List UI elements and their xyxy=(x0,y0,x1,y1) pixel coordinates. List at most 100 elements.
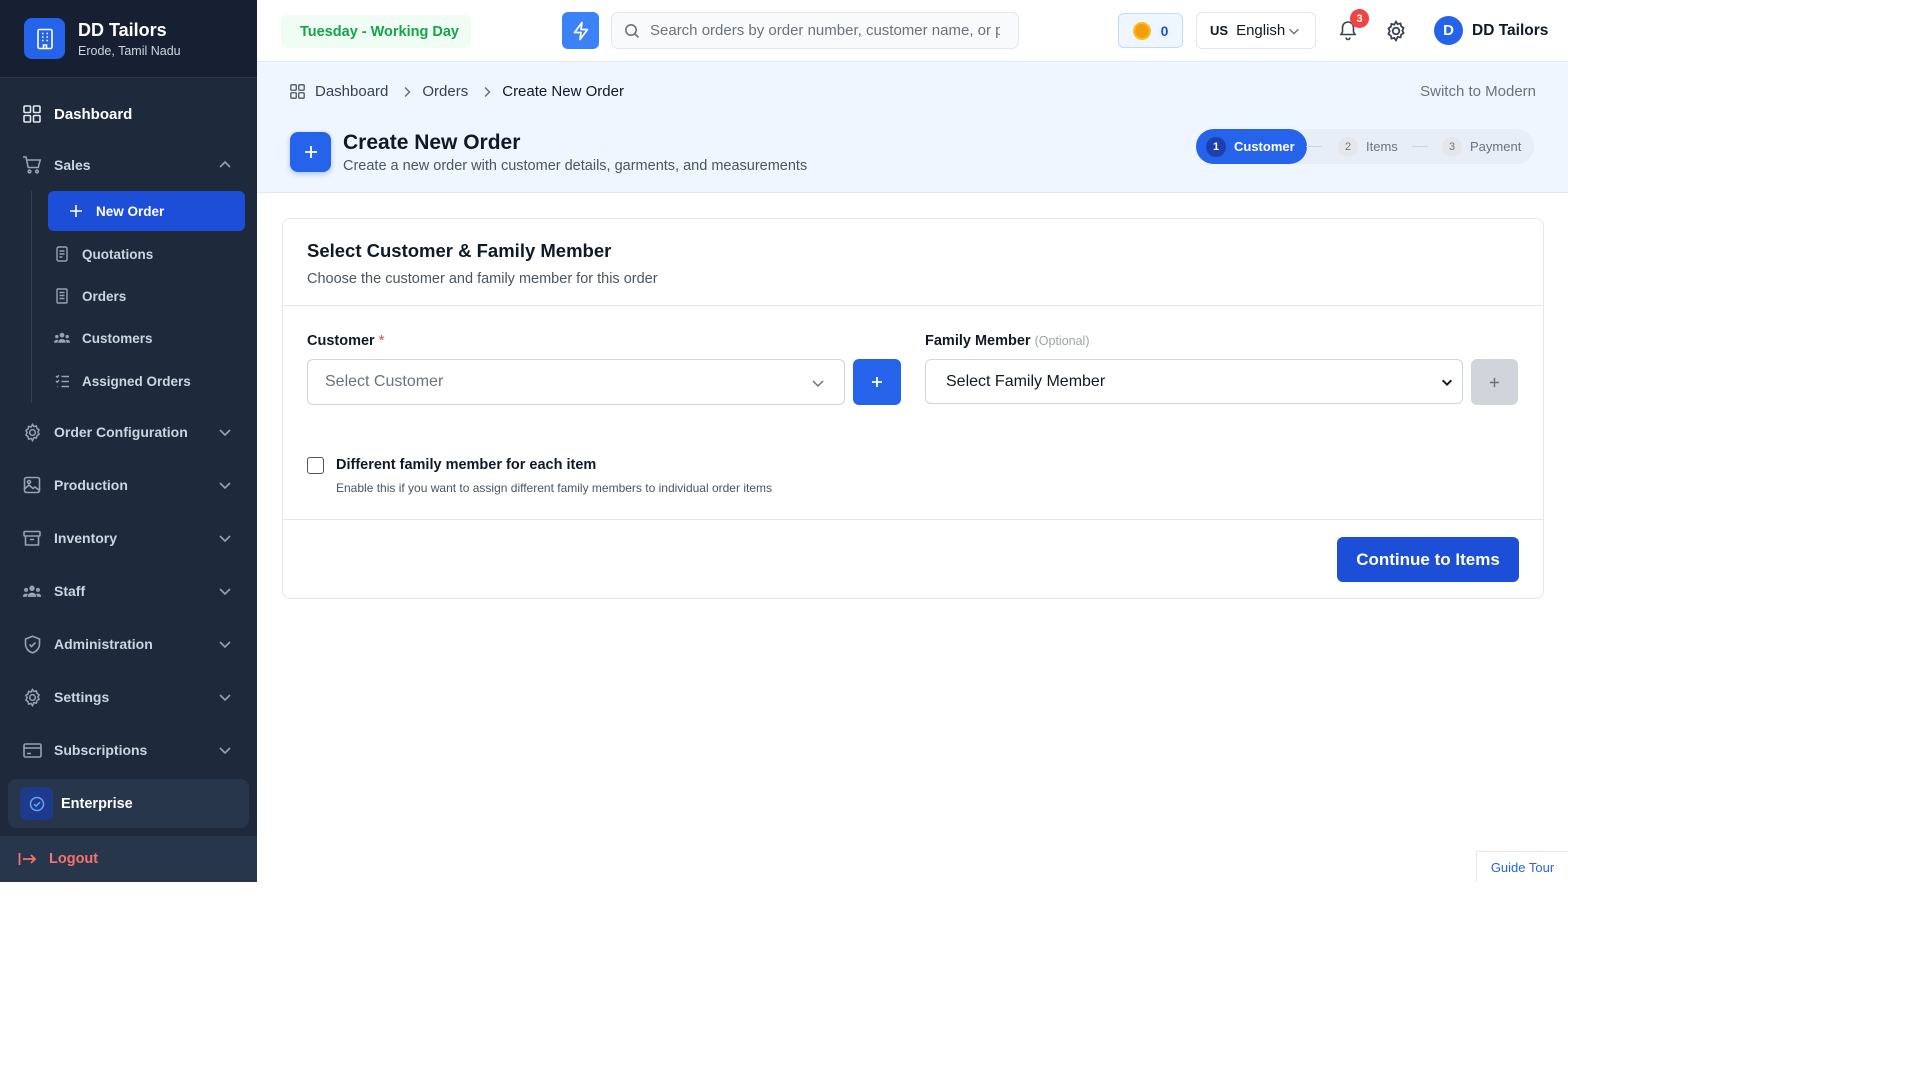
checkbox-help-text: Enable this if you want to assign differ… xyxy=(336,481,772,495)
card-subtitle: Choose the customer and family member fo… xyxy=(307,271,658,287)
chevron-down-icon xyxy=(812,380,824,388)
flag-icon: US xyxy=(1210,23,1229,38)
chevron-down-icon xyxy=(219,535,231,543)
step-number: 2 xyxy=(1338,136,1358,157)
brand-header: DD Tailors Erode, Tamil Nadu xyxy=(0,0,257,78)
sidebar-item-production[interactable]: Production xyxy=(0,465,257,505)
sidebar-item-dashboard[interactable]: Dashboard xyxy=(0,94,257,134)
sidebar-item-label: Customers xyxy=(82,330,153,346)
plus-icon xyxy=(872,377,882,387)
page-header: Dashboard Orders Create New Order Switch… xyxy=(257,62,1568,193)
notification-badge: 3 xyxy=(1350,9,1369,28)
breadcrumb-orders[interactable]: Orders xyxy=(422,83,468,100)
add-family-member-button[interactable] xyxy=(1471,359,1518,405)
family-member-select[interactable]: Select Family Member xyxy=(925,359,1463,404)
credit-card-icon xyxy=(22,740,42,760)
sidebar-item-inventory[interactable]: Inventory xyxy=(0,518,257,558)
chevron-down-icon xyxy=(219,429,231,437)
user-menu[interactable]: D DD Tailors xyxy=(1434,16,1548,45)
lightning-icon xyxy=(573,21,588,40)
sidebar-item-label: New Order xyxy=(96,203,165,219)
coin-balance[interactable]: 0 xyxy=(1118,13,1183,48)
checklist-icon xyxy=(54,373,70,389)
step-label: Customer xyxy=(1234,139,1295,154)
sidebar-item-administration[interactable]: Administration xyxy=(0,624,257,664)
divider xyxy=(283,519,1543,520)
plus-icon xyxy=(290,132,331,172)
sidebar: DD Tailors Erode, Tamil Nadu Dashboard S… xyxy=(0,0,257,882)
guide-tour-button[interactable]: Guide Tour xyxy=(1476,851,1568,882)
customer-select-placeholder: Select Customer xyxy=(325,373,444,390)
badge-check-icon xyxy=(20,787,53,820)
gear-icon[interactable] xyxy=(1385,20,1407,42)
chevron-down-icon xyxy=(219,641,231,649)
customer-select[interactable]: Select Customer xyxy=(307,359,845,405)
different-member-checkbox[interactable] xyxy=(307,457,324,474)
step-label: Items xyxy=(1366,139,1398,154)
language-label: English xyxy=(1236,22,1286,39)
checkbox-label[interactable]: Different family member for each item xyxy=(336,457,596,473)
sidebar-item-label: Assigned Orders xyxy=(82,373,191,389)
plus-icon xyxy=(68,203,84,219)
cog-icon xyxy=(22,422,42,442)
plus-icon xyxy=(1489,377,1500,387)
logout-icon xyxy=(18,852,37,866)
customer-label-text: Customer xyxy=(307,333,375,349)
switch-modern-link[interactable]: Switch to Modern xyxy=(1420,83,1536,100)
quick-action-button[interactable] xyxy=(562,12,599,49)
step-number: 1 xyxy=(1206,136,1226,157)
logout-label: Logout xyxy=(49,851,99,867)
sidebar-item-label: Quotations xyxy=(82,246,154,262)
building-icon xyxy=(24,18,65,59)
sidebar-item-label: Inventory xyxy=(54,530,118,546)
sidebar-item-label: Subscriptions xyxy=(54,742,148,758)
search-box xyxy=(611,12,1019,49)
chevron-down-icon xyxy=(1289,28,1299,35)
coin-count: 0 xyxy=(1160,22,1169,39)
sidebar-item-settings[interactable]: Settings xyxy=(0,677,257,717)
optional-hint: (Optional) xyxy=(1034,334,1090,348)
sidebar-item-order-configuration[interactable]: Order Configuration xyxy=(0,412,257,452)
chevron-down-icon xyxy=(219,694,231,702)
sidebar-item-subscriptions[interactable]: Subscriptions xyxy=(0,730,257,770)
add-customer-button[interactable] xyxy=(853,359,901,405)
step-connector xyxy=(1412,146,1428,147)
step-items[interactable]: 2 Items xyxy=(1338,129,1398,164)
step-label: Payment xyxy=(1470,139,1522,154)
step-payment[interactable]: 3 Payment xyxy=(1442,129,1521,164)
sidebar-item-customers[interactable]: Customers xyxy=(48,318,245,358)
card-title: Select Customer & Family Member xyxy=(307,240,612,261)
language-select[interactable]: US English xyxy=(1196,12,1316,49)
required-mark: * xyxy=(378,333,385,349)
family-member-label: Family Member (Optional) xyxy=(925,333,1090,349)
user-name: DD Tailors xyxy=(1472,21,1549,39)
sidebar-item-assigned-orders[interactable]: Assigned Orders xyxy=(48,361,245,401)
continue-to-items-button[interactable]: Continue to Items xyxy=(1337,537,1519,582)
sidebar-item-orders[interactable]: Orders xyxy=(48,276,245,316)
plan-badge[interactable]: Enterprise xyxy=(8,779,249,828)
family-label-text: Family Member xyxy=(925,333,1031,349)
chevron-down-icon xyxy=(219,588,231,596)
grid-icon xyxy=(290,84,305,99)
sidebar-item-sales[interactable]: Sales xyxy=(0,145,257,185)
sidebar-item-staff[interactable]: Staff xyxy=(0,571,257,611)
cart-icon xyxy=(22,155,42,175)
subnav-divider xyxy=(31,191,32,403)
users-icon xyxy=(54,330,70,346)
logout-button[interactable]: Logout xyxy=(0,836,257,882)
receipt-icon xyxy=(54,288,70,304)
search-icon xyxy=(625,23,640,38)
search-input[interactable] xyxy=(650,22,1000,39)
breadcrumb-current: Create New Order xyxy=(502,83,624,100)
chevron-down-icon xyxy=(1441,379,1453,386)
breadcrumb-dashboard[interactable]: Dashboard xyxy=(315,83,388,100)
divider xyxy=(283,305,1543,306)
step-customer[interactable]: 1 Customer xyxy=(1196,129,1307,164)
sidebar-item-new-order[interactable]: New Order xyxy=(48,191,245,231)
shield-check-icon xyxy=(22,634,42,654)
family-select-value: Select Family Member xyxy=(946,372,1106,390)
sidebar-item-label: Settings xyxy=(54,689,110,705)
sidebar-item-quotations[interactable]: Quotations xyxy=(48,234,245,274)
topbar: Tuesday - Working Day 0 US English 3 D D… xyxy=(257,0,1568,62)
plan-name: Enterprise xyxy=(61,795,133,812)
